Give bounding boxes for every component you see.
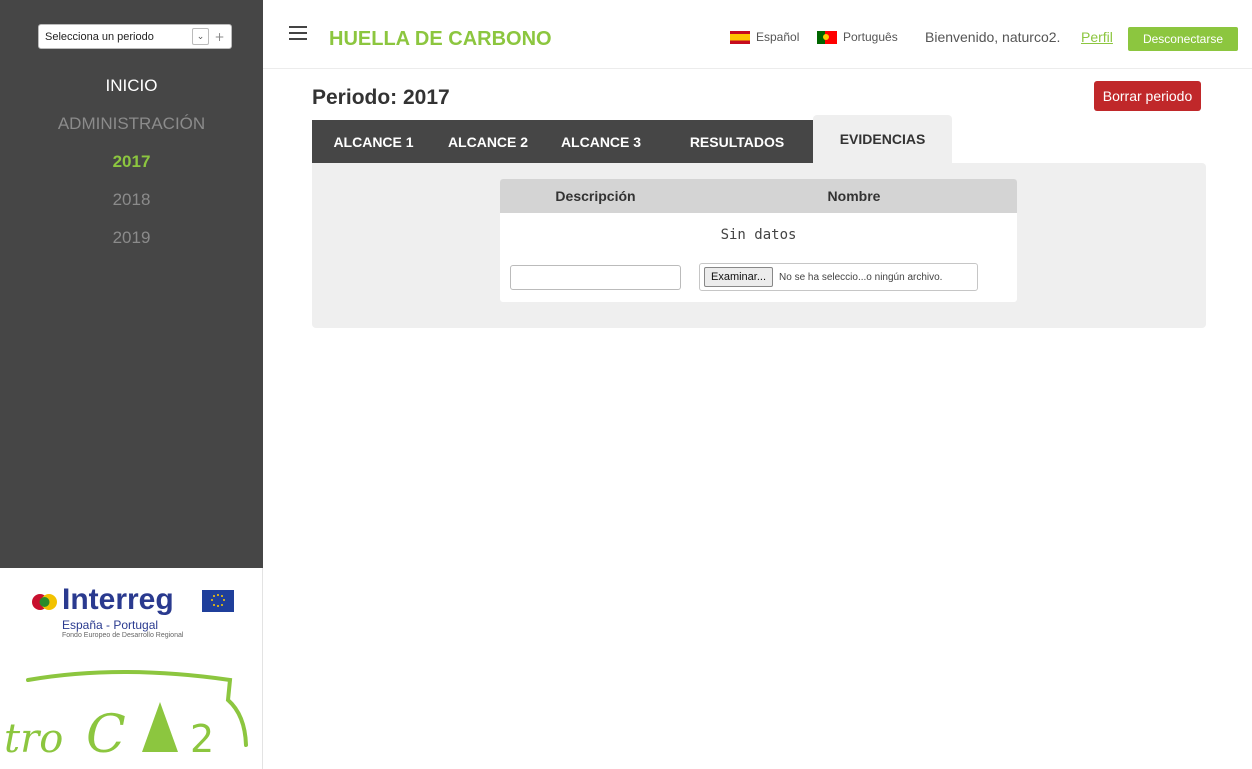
spain-flag-icon <box>730 30 750 44</box>
tab-alcance-1[interactable]: ALCANCE 1 <box>312 120 435 163</box>
sidebar-item-2018[interactable]: 2018 <box>0 186 263 224</box>
browse-button[interactable]: Examinar... <box>704 267 774 287</box>
troco2-logo: tro C 2 <box>4 670 248 765</box>
sidebar-logos: Interreg España - Portugal Fondo Europeo… <box>0 568 263 769</box>
svg-text:2: 2 <box>190 717 214 761</box>
welcome-text: Bienvenido, naturco2. <box>925 29 1061 45</box>
language-portuguese[interactable]: Português <box>817 30 898 44</box>
svg-text:C: C <box>86 705 126 765</box>
table-header: Descripción Nombre <box>500 179 1017 213</box>
evidencias-panel: Descripción Nombre Sin datos Examinar...… <box>312 163 1206 328</box>
tab-resultados[interactable]: RESULTADOS <box>661 120 813 163</box>
language-label-pt: Português <box>843 30 898 44</box>
language-spanish[interactable]: Español <box>730 30 799 44</box>
interreg-word: Interreg <box>62 583 174 616</box>
app-title: HUELLA DE CARBONO <box>329 28 552 50</box>
eu-flag-icon <box>202 590 234 612</box>
sidebar-panel: Selecciona un periodo ⌄ + INICIO ADMINIS… <box>0 0 263 568</box>
file-status: No se ha seleccio...o ningún archivo. <box>779 271 943 283</box>
profile-link[interactable]: Perfil <box>1081 29 1113 45</box>
delete-period-button[interactable]: Borrar periodo <box>1094 81 1201 111</box>
tabs: ALCANCE 1 ALCANCE 2 ALCANCE 3 RESULTADOS… <box>312 115 952 163</box>
sidebar-item-2017[interactable]: 2017 <box>0 148 263 186</box>
top-header: HUELLA DE CARBONO Español Português Bien… <box>263 0 1252 69</box>
interreg-fund: Fondo Europeo de Desarrollo Regional <box>62 632 184 639</box>
interreg-logo: Interreg España - Portugal Fondo Europeo… <box>32 583 242 649</box>
language-label-es: Español <box>756 30 800 44</box>
portugal-flag-icon <box>817 30 837 44</box>
empty-state: Sin datos <box>720 227 797 243</box>
period-select-value: Selecciona un periodo <box>45 30 154 43</box>
sidebar-item-inicio[interactable]: INICIO <box>0 72 263 110</box>
add-period-icon[interactable]: + <box>211 28 228 45</box>
interreg-flag-icon <box>32 594 57 610</box>
interreg-subtitle: España - Portugal <box>62 618 159 632</box>
period-select[interactable]: Selecciona un periodo ⌄ + <box>38 24 232 49</box>
tab-alcance-3[interactable]: ALCANCE 3 <box>541 120 661 163</box>
sidebar-item-2019[interactable]: 2019 <box>0 224 263 262</box>
tab-alcance-2[interactable]: ALCANCE 2 <box>435 120 541 163</box>
svg-text:tro: tro <box>4 716 63 762</box>
logout-button[interactable]: Desconectarse <box>1128 27 1238 51</box>
column-header-nombre: Nombre <box>827 188 881 204</box>
sidebar: Selecciona un periodo ⌄ + INICIO ADMINIS… <box>0 0 263 769</box>
sidebar-nav: INICIO ADMINISTRACIÓN 2017 2018 2019 <box>0 72 263 262</box>
column-header-descripcion: Descripción <box>555 188 636 204</box>
evidence-table: Descripción Nombre Sin datos Examinar...… <box>500 179 1017 302</box>
menu-icon[interactable] <box>289 26 307 40</box>
chevron-down-icon[interactable]: ⌄ <box>192 28 209 45</box>
tab-evidencias[interactable]: EVIDENCIAS <box>813 115 952 163</box>
description-input[interactable] <box>510 265 681 290</box>
file-input[interactable]: Examinar... No se ha seleccio...o ningún… <box>699 263 978 291</box>
page-title: Periodo: 2017 <box>312 86 450 109</box>
sidebar-item-administracion[interactable]: ADMINISTRACIÓN <box>0 110 263 148</box>
